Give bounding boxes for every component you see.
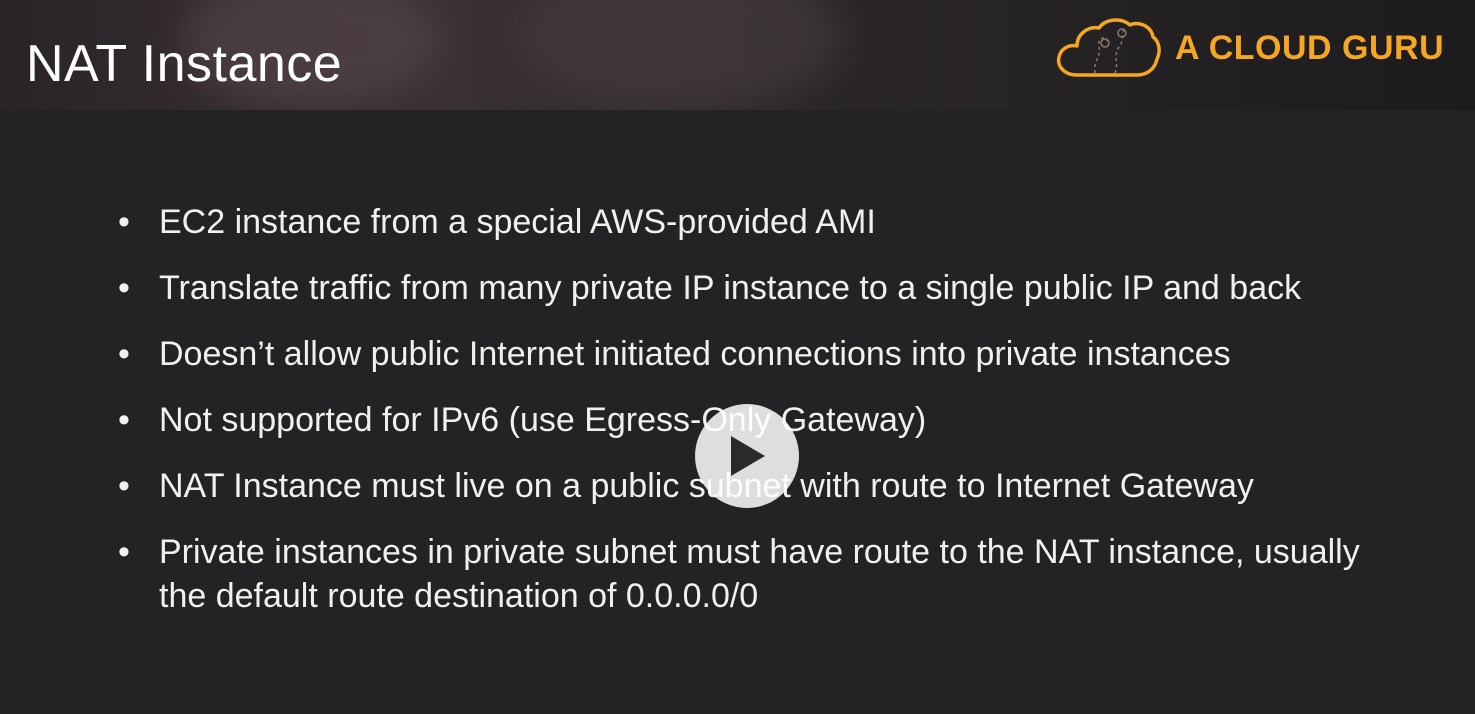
slide-header: NAT Instance A CLOUD GURU [0, 0, 1475, 110]
bullet-item: • EC2 instance from a special AWS-provid… [115, 200, 1395, 244]
play-button[interactable] [695, 404, 799, 508]
bullet-dot: • [118, 203, 130, 241]
bullet-item: • Translate traffic from many private IP… [115, 266, 1395, 310]
header-background-blur [520, 0, 840, 110]
bullet-text: Private instances in private subnet must… [159, 533, 1360, 615]
bullet-dot: • [118, 269, 130, 307]
bullet-dot: • [118, 335, 130, 373]
slide: NAT Instance A CLOUD GURU • EC2 instance… [0, 0, 1475, 714]
bullet-text: Not supported for IPv6 (use Egress-Only … [159, 401, 927, 439]
bullet-dot: • [118, 401, 130, 439]
bullet-text: Translate traffic from many private IP i… [159, 269, 1302, 307]
bullet-dot: • [118, 533, 130, 571]
brand-logo: A CLOUD GURU [1055, 16, 1455, 80]
cloud-logo-icon [1056, 18, 1161, 77]
slide-title: NAT Instance [26, 35, 343, 93]
bullet-text: EC2 instance from a special AWS-provided… [159, 203, 876, 241]
bullet-text: Doesn’t allow public Internet initiated … [159, 335, 1231, 373]
bullet-dot: • [118, 467, 130, 505]
bullet-item: • Private instances in private subnet mu… [115, 530, 1395, 618]
bullet-item: • Doesn’t allow public Internet initiate… [115, 332, 1395, 376]
play-icon [731, 436, 765, 476]
brand-name: A CLOUD GURU [1175, 28, 1445, 67]
